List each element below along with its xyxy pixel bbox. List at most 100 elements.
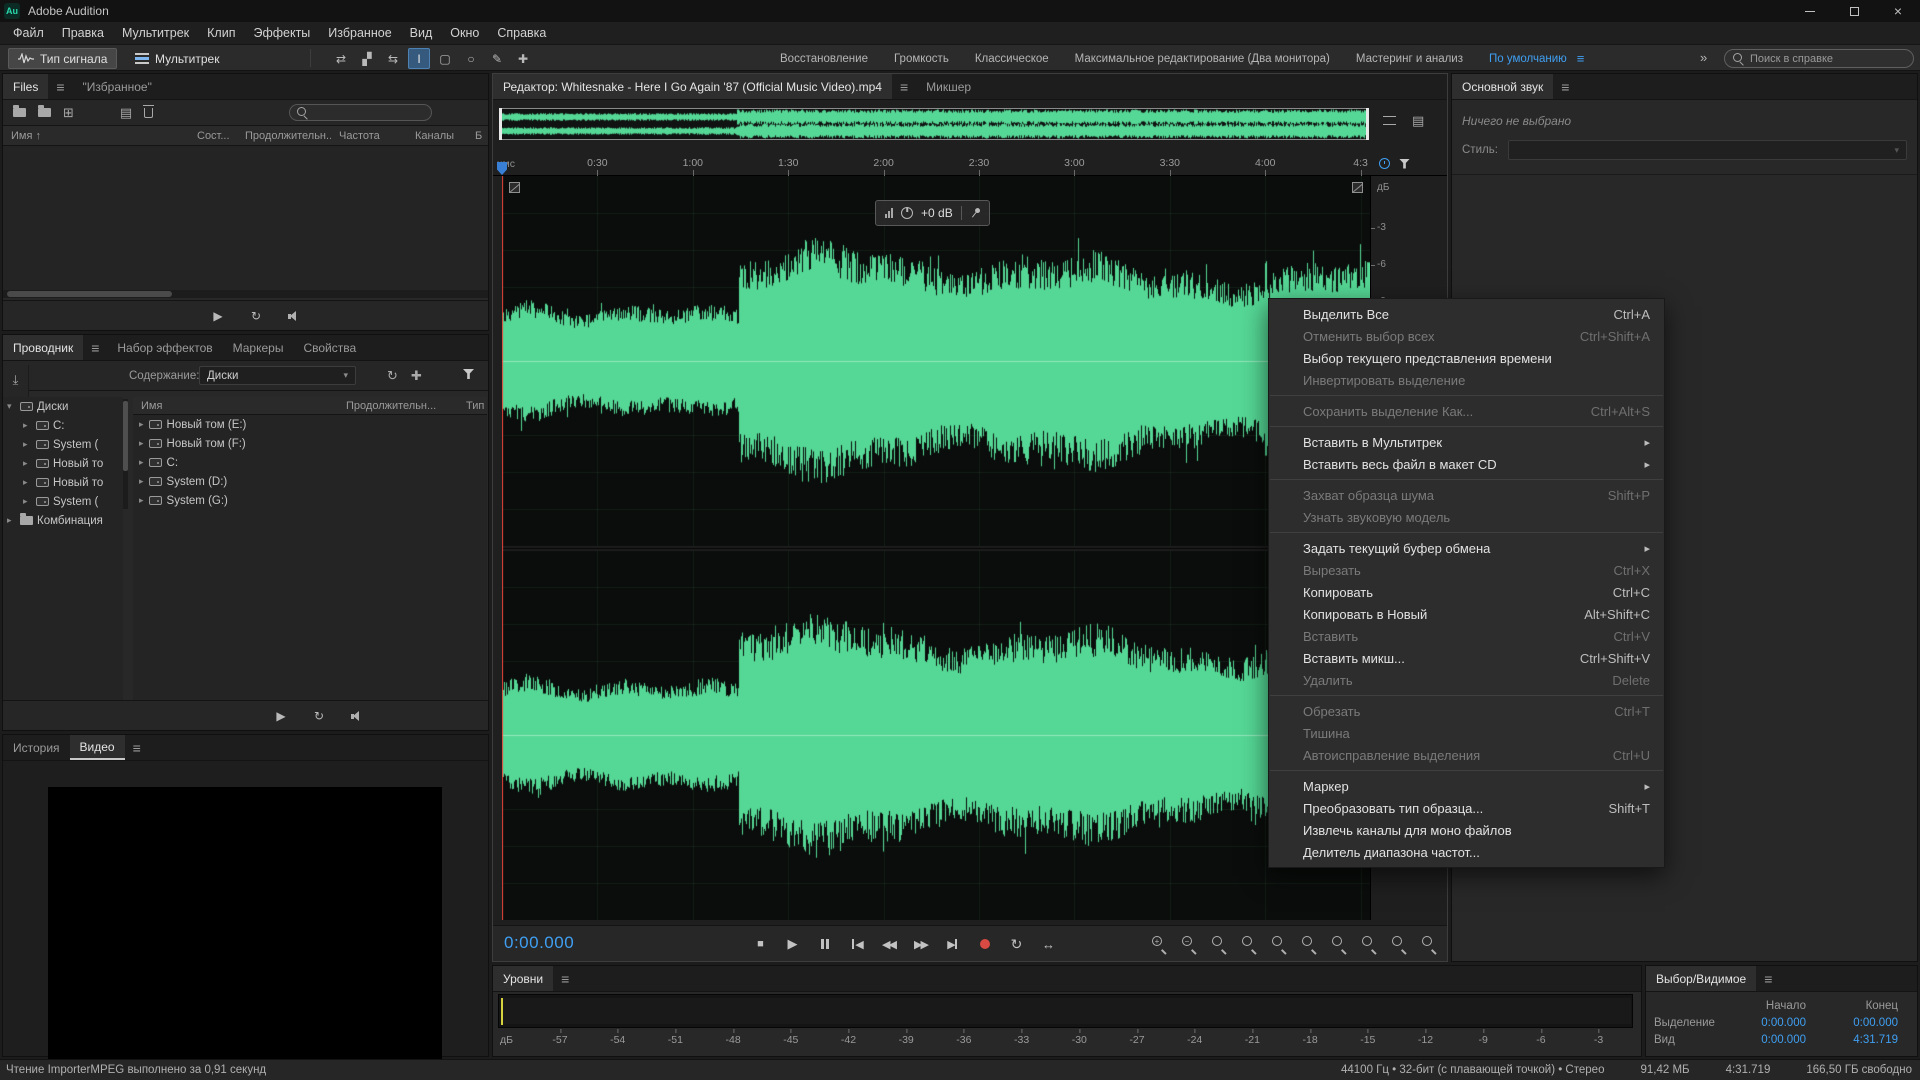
panel-menu-icon[interactable]: ≡	[553, 971, 577, 987]
preview-volume-button[interactable]	[284, 306, 304, 326]
preview-play-button[interactable]: ▶	[208, 306, 228, 326]
expand-icon[interactable]: ▸	[23, 439, 32, 450]
style-dropdown[interactable]: ▾	[1508, 140, 1907, 160]
skip-forward-button[interactable]: ▶	[940, 933, 965, 955]
workspace-button[interactable]: Максимальное редактирование (Два монитор…	[1075, 53, 1330, 65]
expand-icon[interactable]: ▸	[139, 476, 144, 487]
tree-scrollbar[interactable]	[123, 399, 128, 509]
menu-item[interactable]: Мультитрек	[113, 26, 198, 40]
expand-icon[interactable]: ▸	[139, 438, 144, 449]
preview-play-button[interactable]: ▶	[271, 706, 291, 726]
time-selection-tool-button[interactable]: Ι	[408, 48, 430, 69]
expand-icon[interactable]: ▸	[139, 495, 144, 506]
stop-button[interactable]: ■	[748, 933, 773, 955]
panel-menu-icon[interactable]: ≡	[1553, 79, 1577, 95]
tab-browser[interactable]: Маркеры	[223, 335, 294, 360]
selection-start[interactable]: 0:00.000	[1724, 1017, 1816, 1029]
panel-menu-icon[interactable]: ≡	[892, 79, 916, 95]
fade-out-handle[interactable]	[1352, 182, 1363, 193]
zoom-out-right-button[interactable]	[1268, 933, 1290, 955]
minimize-button[interactable]	[1788, 0, 1832, 22]
preview-volume-button[interactable]	[347, 706, 367, 726]
skip-back-button[interactable]: ◀	[844, 933, 869, 955]
tree-item[interactable]: ▸System (	[3, 435, 123, 454]
workspace-menu-icon[interactable]: ≡	[1577, 51, 1585, 66]
tree-item[interactable]: ▸System (	[3, 492, 123, 511]
tree-item[interactable]: ▸Новый то	[3, 454, 123, 473]
scrollbar-thumb[interactable]	[123, 401, 128, 471]
media-browser-icon[interactable]: ▤	[120, 106, 132, 119]
waveform-view-button[interactable]: Тип сигнала	[8, 48, 117, 69]
tab-history[interactable]: История	[3, 735, 70, 760]
tab-editor[interactable]: Редактор: Whitesnake - Here I Go Again '…	[493, 74, 892, 99]
view-start[interactable]: 0:00.000	[1724, 1034, 1816, 1046]
context-menu-item[interactable]: КопироватьCtrl+C	[1269, 581, 1664, 603]
zoom-out-time-button[interactable]	[1328, 933, 1350, 955]
zoom-in-amplitude-button[interactable]	[1358, 933, 1380, 955]
menu-item[interactable]: Окно	[441, 26, 488, 40]
expand-icon[interactable]: ▸	[139, 419, 144, 430]
lasso-selection-tool-button[interactable]: ○	[460, 48, 482, 69]
context-menu-item[interactable]: Копировать в НовыйAlt+Shift+C	[1269, 603, 1664, 625]
drive-list-item[interactable]: ▸Новый том (E:)	[133, 415, 487, 434]
context-menu-item[interactable]: Вставить микш...Ctrl+Shift+V	[1269, 647, 1664, 669]
menu-item[interactable]: Вид	[401, 26, 442, 40]
preview-loop-button[interactable]: ↻	[246, 306, 266, 326]
panel-menu-icon[interactable]: ≡	[48, 79, 72, 95]
spot-healing-tool-button[interactable]: ✚	[512, 48, 534, 69]
collapse-icon[interactable]: ▾	[7, 401, 16, 412]
refresh-icon[interactable]: ↻	[387, 369, 398, 382]
zoom-in-time-button[interactable]	[1298, 933, 1320, 955]
context-menu-item[interactable]: Выбор текущего представления времени	[1269, 347, 1664, 369]
tab-video[interactable]: Видео	[70, 735, 125, 760]
loop-button[interactable]: ↻	[1004, 933, 1029, 955]
tab-browser-active[interactable]: Проводник	[3, 335, 83, 360]
files-search-input[interactable]	[289, 104, 432, 121]
help-search-input[interactable]: Поиск в справке	[1724, 49, 1914, 68]
workspace-button[interactable]: По умолчанию	[1489, 53, 1567, 65]
panel-menu-icon[interactable]: ≡	[83, 340, 107, 356]
drive-list-item[interactable]: ▸System (G:)	[133, 491, 487, 510]
rewind-button[interactable]: ◀◀	[876, 933, 901, 955]
context-menu-item[interactable]: Задать текущий буфер обмена▸	[1269, 537, 1664, 559]
selection-end[interactable]: 0:00.000	[1816, 1017, 1908, 1029]
expand-icon[interactable]: ▸	[7, 515, 16, 526]
razor-tool-button[interactable]: ▞	[356, 48, 378, 69]
files-column-header[interactable]: Б	[467, 130, 488, 142]
tab-selection-view[interactable]: Выбор/Видимое	[1646, 966, 1756, 991]
menu-item[interactable]: Правка	[53, 26, 113, 40]
skip-button[interactable]: ↔	[1036, 933, 1061, 955]
drive-list-item[interactable]: ▸System (D:)	[133, 472, 487, 491]
zoom-in-left-button[interactable]	[1238, 933, 1260, 955]
open-file-icon[interactable]	[13, 108, 26, 117]
playhead-time-display[interactable]: 0:00.000	[504, 933, 574, 953]
slip-tool-button[interactable]: ⇆	[382, 48, 404, 69]
files-column-header[interactable]: Имя ↑	[3, 130, 189, 142]
gain-hud[interactable]: +0 dB	[875, 200, 990, 226]
overview-waveform[interactable]	[500, 109, 1368, 139]
time-shift-tool-button[interactable]: ⇄	[330, 48, 352, 69]
expand-icon[interactable]: ▸	[23, 477, 32, 488]
tab-mixer[interactable]: Микшер	[916, 74, 981, 99]
zoom-in-button[interactable]: +	[1148, 933, 1170, 955]
menu-item[interactable]: Клип	[198, 26, 244, 40]
overview-strip[interactable]	[499, 108, 1369, 140]
expand-icon[interactable]: ▸	[139, 457, 144, 468]
files-column-header[interactable]: Продолжительн...	[237, 130, 331, 142]
save-shortcut-icon[interactable]: ⤓	[13, 373, 19, 386]
tree-item[interactable]: ▸Новый то	[3, 473, 123, 492]
tab-files[interactable]: Files	[3, 74, 48, 99]
drive-column-header[interactable]: Тип мед...	[458, 400, 487, 412]
add-shortcut-icon[interactable]: ✚	[411, 369, 422, 382]
drive-list-item[interactable]: ▸Новый том (F:)	[133, 434, 487, 453]
session-clock-icon[interactable]	[1379, 158, 1390, 169]
tab-levels[interactable]: Уровни	[493, 966, 553, 991]
play-button[interactable]: ▶	[780, 933, 805, 955]
menu-item[interactable]: Эффекты	[244, 26, 319, 40]
new-item-icon[interactable]: ⊞	[63, 106, 74, 119]
maximize-button[interactable]	[1832, 0, 1876, 22]
pause-button[interactable]	[812, 933, 837, 955]
multitrack-view-button[interactable]: Мультитрек	[126, 48, 228, 69]
waveform-display[interactable]: +0 dB	[502, 176, 1370, 920]
files-column-header[interactable]: Каналы	[407, 130, 467, 142]
